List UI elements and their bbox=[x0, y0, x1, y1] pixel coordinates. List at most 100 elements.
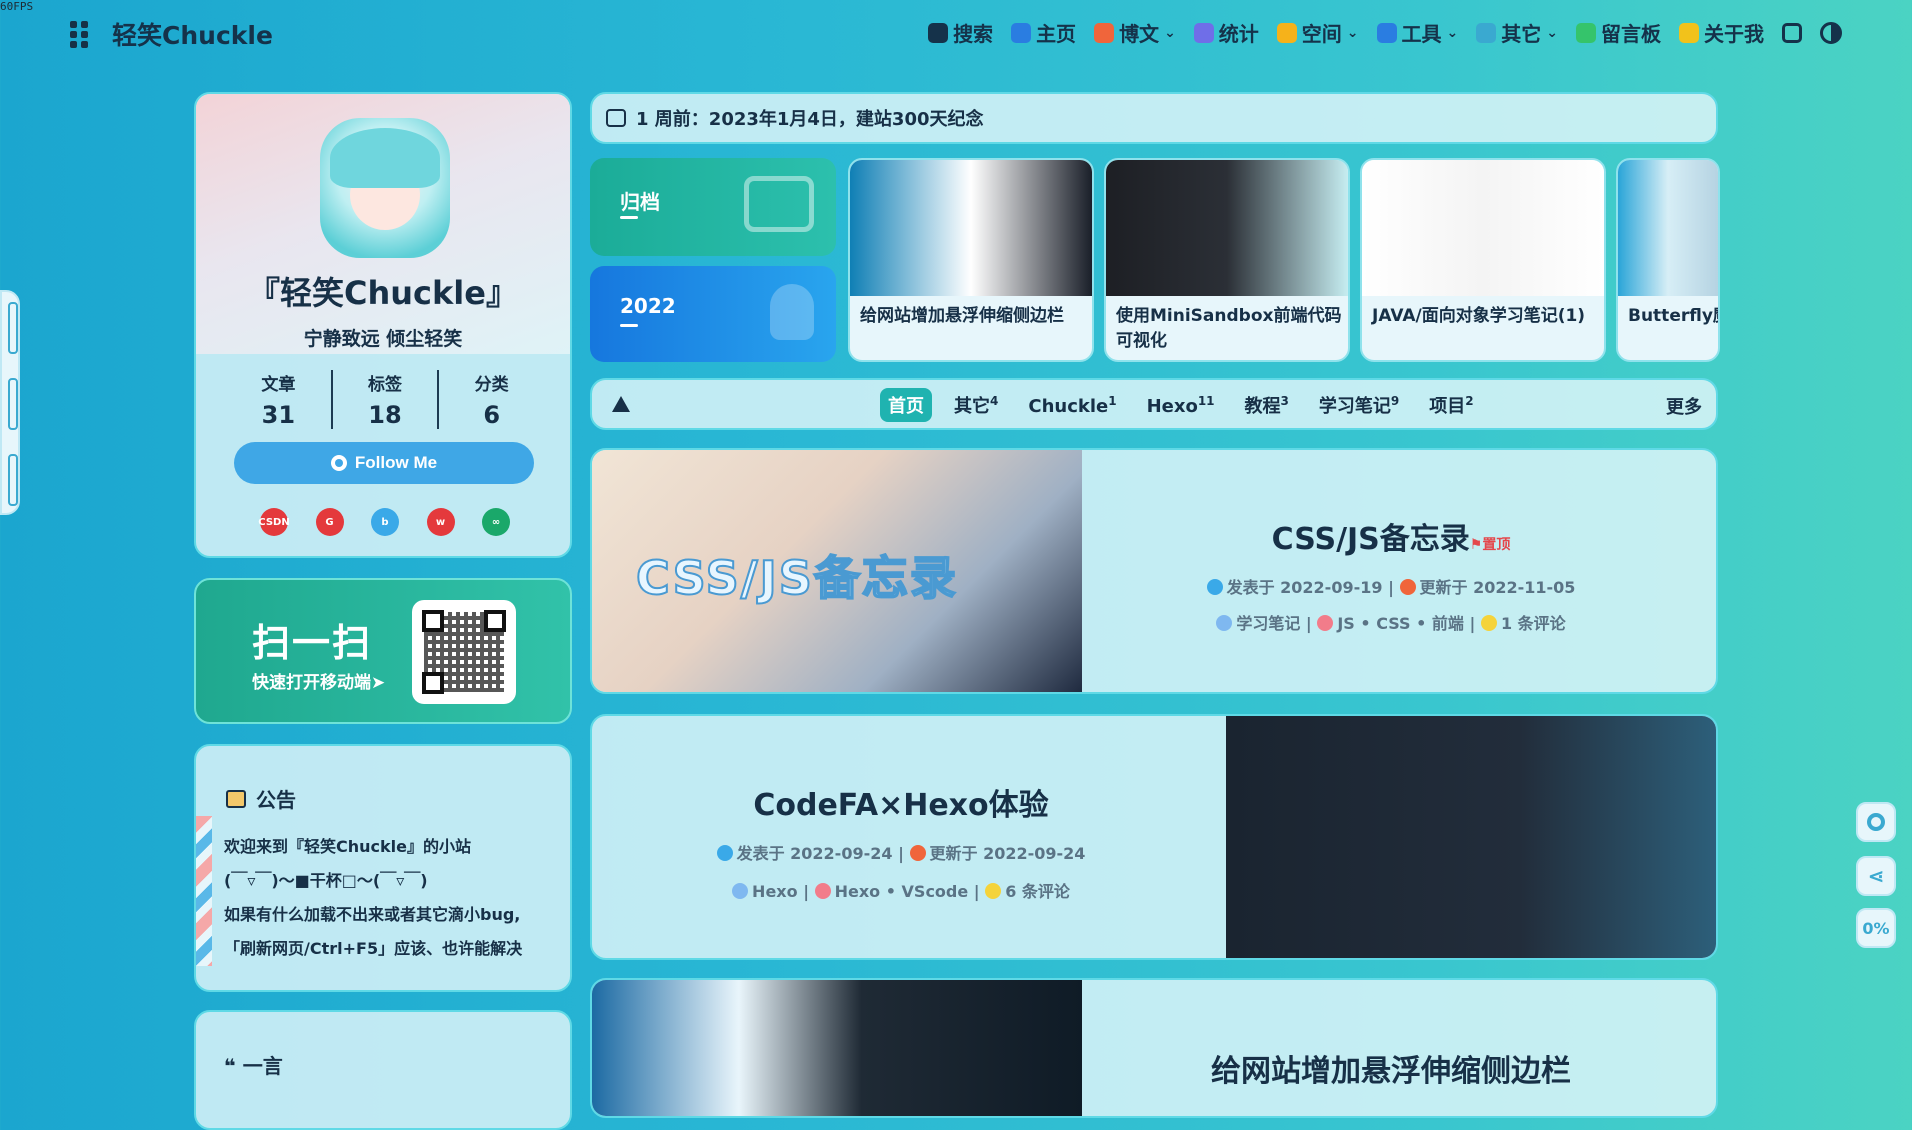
top-navbar: 轻笑Chuckle 搜索 主页 博文 ⌄ 统计 空间 ⌄ 工具 ⌄ 其它 ⌄ 留言板 关于我 bbox=[0, 0, 1912, 68]
post-updated: 更新于 2022-11-05 bbox=[1419, 578, 1576, 597]
nav-item-7[interactable]: 留言板 bbox=[1576, 18, 1661, 47]
category-tab[interactable]: 其它4 bbox=[946, 388, 1006, 422]
recent-post-thumbnail bbox=[1106, 160, 1348, 296]
category-tab[interactable]: 教程3 bbox=[1237, 388, 1297, 422]
site-brand[interactable]: 轻笑Chuckle bbox=[112, 16, 273, 52]
gitee-icon[interactable]: G bbox=[315, 508, 344, 536]
post-tags-link[interactable]: JS • CSS • 前端 bbox=[1337, 614, 1464, 633]
stat-tags[interactable]: 标签 18 bbox=[333, 370, 440, 429]
menu-grid-icon[interactable] bbox=[70, 21, 90, 48]
post-title[interactable]: CodeFA×Hexo体验 bbox=[592, 780, 1210, 824]
share-button[interactable]: ⋖ bbox=[1856, 856, 1896, 896]
recent-post-thumbnail bbox=[1362, 160, 1604, 296]
recent-post-card[interactable]: 使用MiniSandbox前端代码可视化 bbox=[1104, 158, 1350, 362]
post-card[interactable]: 给网站增加悬浮伸缩侧边栏 bbox=[590, 978, 1718, 1118]
gallery-button[interactable] bbox=[1782, 22, 1802, 43]
recent-post-title: 使用MiniSandbox前端代码可视化 bbox=[1116, 306, 1342, 351]
nav-item-label: 搜索 bbox=[953, 22, 994, 46]
nav-item-2[interactable]: 博文 ⌄ bbox=[1094, 18, 1176, 47]
half-moon-icon bbox=[1820, 21, 1842, 44]
nav-item-3[interactable]: 统计 bbox=[1193, 18, 1259, 47]
chevron-down-icon: ⌄ bbox=[1346, 24, 1359, 41]
announcement-line: 如果有什么加载不出来或者其它滴小bug, bbox=[224, 905, 521, 924]
category-label: 首页 bbox=[888, 396, 924, 417]
tag-icon bbox=[814, 883, 831, 899]
category-tab[interactable]: 学习笔记9 bbox=[1311, 388, 1407, 422]
left-sidebar-handle[interactable] bbox=[0, 290, 20, 515]
recent-post-card[interactable]: JAVA/面向对象学习笔记(1) bbox=[1360, 158, 1606, 362]
category-label: Chuckle bbox=[1028, 395, 1109, 417]
scroll-progress-button[interactable]: 0% bbox=[1856, 908, 1896, 948]
nav-item-label: 关于我 bbox=[1704, 22, 1764, 46]
nav-item-8[interactable]: 关于我 bbox=[1679, 18, 1764, 47]
nav-item-5[interactable]: 工具 ⌄ bbox=[1376, 18, 1459, 47]
post-taxonomy: Hexo | Hexo • VScode | 6 条评论 bbox=[592, 878, 1210, 902]
nav-item-label: 主页 bbox=[1036, 22, 1077, 46]
recent-post-title: JAVA/面向对象学习笔记(1) bbox=[1372, 306, 1586, 326]
post-category-link[interactable]: 学习笔记 bbox=[1236, 614, 1300, 633]
archive-tile[interactable]: 归档 bbox=[590, 158, 836, 256]
nav-item-1[interactable]: 主页 bbox=[1011, 18, 1076, 47]
lightbulb-icon bbox=[770, 284, 814, 340]
post-card[interactable]: CodeFA×Hexo体验 发表于 2022-09-24 | 更新于 2022-… bbox=[590, 714, 1718, 960]
post-title[interactable]: CSS/JS备忘录⚑置顶 bbox=[1082, 514, 1700, 558]
weibo-icon[interactable]: w bbox=[426, 508, 455, 536]
comment-icon bbox=[606, 109, 626, 127]
mobile-qr-card[interactable]: 扫一扫 快速打开移动端➤ bbox=[194, 578, 572, 724]
post-category-link[interactable]: Hexo bbox=[752, 882, 798, 901]
post-cover-image[interactable]: CSS/JS备忘录 bbox=[592, 450, 1082, 692]
more-categories-link[interactable]: 更多 bbox=[1666, 393, 1702, 419]
follow-me-button[interactable]: Follow Me bbox=[234, 442, 534, 484]
year-2022-tile[interactable]: 2022 bbox=[590, 266, 836, 362]
post-comments-link[interactable]: 1 条评论 bbox=[1501, 614, 1566, 633]
post-info: CSS/JS备忘录⚑置顶 发表于 2022-09-19 | 更新于 2022-1… bbox=[1082, 450, 1700, 692]
category-count: 4 bbox=[990, 394, 999, 408]
category-count: 11 bbox=[1197, 393, 1215, 408]
qr-code-icon bbox=[412, 600, 516, 704]
category-tab[interactable]: Chuckle1 bbox=[1020, 390, 1124, 421]
category-label: 其它 bbox=[954, 396, 990, 417]
netease-icon[interactable]: ∞ bbox=[482, 508, 510, 536]
send-icon bbox=[1476, 22, 1497, 43]
recent-post-title: Butterfly魔 bbox=[1628, 306, 1720, 326]
heart-icon bbox=[1679, 22, 1699, 43]
post-tags-link[interactable]: Hexo • VScode bbox=[835, 882, 969, 901]
post-cover-image[interactable] bbox=[592, 980, 1082, 1116]
category-tab[interactable]: Hexo11 bbox=[1139, 390, 1223, 421]
stat-categories[interactable]: 分类 6 bbox=[439, 370, 544, 429]
nav-item-0[interactable]: 搜索 bbox=[928, 18, 993, 47]
nav-item-6[interactable]: 其它 ⌄ bbox=[1476, 18, 1558, 47]
settings-button[interactable] bbox=[1856, 802, 1896, 842]
profile-name: 『轻笑Chuckle』 bbox=[248, 274, 518, 312]
csdn-icon[interactable]: CSDN bbox=[258, 508, 290, 536]
post-comments-link[interactable]: 6 条评论 bbox=[1005, 882, 1070, 901]
category-label: Hexo bbox=[1146, 395, 1198, 417]
hitokoto-card: ❝ 一言 bbox=[194, 1010, 572, 1130]
chevron-down-icon: ⌄ bbox=[1446, 24, 1459, 41]
recent-post-card[interactable]: Butterfly魔 bbox=[1616, 158, 1720, 362]
cover-title-art: CSS/JS备忘录 bbox=[635, 550, 958, 606]
recent-post-title: 给网站增加悬浮伸缩侧边栏 bbox=[860, 306, 1064, 326]
nav-item-4[interactable]: 空间 ⌄ bbox=[1276, 18, 1359, 47]
recent-post-thumbnail bbox=[1618, 160, 1718, 296]
recent-post-card[interactable]: 给网站增加悬浮伸缩侧边栏 bbox=[848, 158, 1094, 362]
qr-title: 扫一扫 bbox=[252, 621, 373, 665]
category-tab[interactable]: 首页 bbox=[880, 388, 932, 422]
theme-toggle-button[interactable] bbox=[1820, 21, 1842, 44]
post-dates: 发表于 2022-09-19 | 更新于 2022-11-05 bbox=[1082, 574, 1700, 598]
announcement-header: 公告 bbox=[226, 784, 296, 813]
hitokoto-header: ❝ 一言 bbox=[224, 1050, 283, 1079]
bilibili-icon[interactable]: b bbox=[371, 508, 399, 536]
post-card[interactable]: CSS/JS备忘录 CSS/JS备忘录⚑置顶 发表于 2022-09-19 | … bbox=[590, 448, 1718, 694]
post-cover-image[interactable] bbox=[1226, 716, 1716, 958]
refresh-icon bbox=[909, 845, 926, 861]
post-title[interactable]: 给网站增加悬浮伸缩侧边栏 bbox=[1082, 1046, 1700, 1090]
image-icon bbox=[1782, 22, 1802, 43]
bullhorn-icon bbox=[226, 789, 246, 808]
avatar[interactable] bbox=[320, 118, 450, 258]
stat-articles[interactable]: 文章 31 bbox=[226, 370, 333, 429]
profile-motto: 宁静致远 倾尘轻笑 bbox=[303, 328, 463, 350]
stat-label: 文章 bbox=[261, 375, 296, 395]
category-tab[interactable]: 项目2 bbox=[1421, 388, 1481, 422]
bulletin-bar[interactable]: 1 周前：2023年1月4日，建站300天纪念 bbox=[590, 92, 1718, 144]
